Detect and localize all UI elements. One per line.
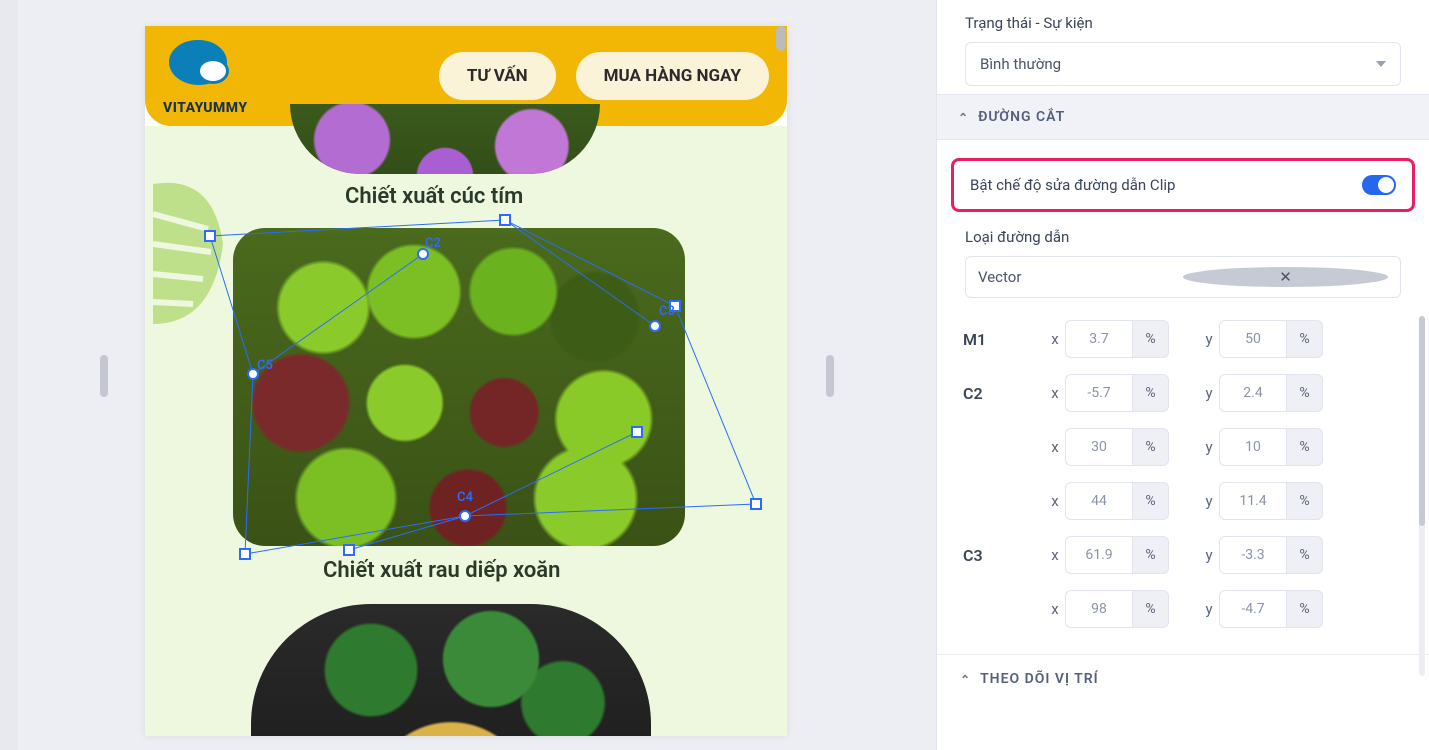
unit-label: %	[1287, 320, 1323, 358]
axis-label: y	[1199, 438, 1219, 456]
clear-icon[interactable]: ✕	[1183, 267, 1388, 287]
unit-label: %	[1287, 428, 1323, 466]
caption-flower: Chiết xuất cúc tím	[345, 184, 523, 209]
section-track-position[interactable]: ⌄ THEO DÕI VỊ TRÍ	[937, 654, 1429, 703]
unit-label: %	[1287, 590, 1323, 628]
path-type-value: Vector	[978, 268, 1183, 286]
anchor-handle[interactable]	[499, 214, 511, 226]
canvas-resize-right[interactable]	[826, 355, 834, 397]
axis-label: y	[1199, 384, 1219, 402]
coord-input[interactable]: 44	[1065, 482, 1133, 520]
anchor-handle[interactable]	[239, 548, 251, 560]
coord-input[interactable]: -5.7	[1065, 374, 1133, 412]
axis-label: x	[1045, 438, 1065, 456]
unit-label: %	[1133, 482, 1169, 520]
coord-row: x30% y10%	[959, 420, 1407, 474]
axis-label: x	[1045, 600, 1065, 618]
unit-label: %	[1133, 428, 1169, 466]
axis-label: x	[1045, 330, 1065, 348]
anchor-handle[interactable]	[750, 498, 762, 510]
logo: VITAYUMMY	[163, 36, 253, 116]
page-body: Chiết xuất cúc tím Chiết xuất rau diếp x…	[145, 126, 787, 736]
ruler-vertical	[0, 0, 18, 750]
coords-scrollbar[interactable]	[1419, 316, 1425, 676]
unit-label: %	[1287, 374, 1323, 412]
path-type-input[interactable]: Vector ✕	[965, 256, 1401, 298]
coord-input[interactable]: 3.7	[1065, 320, 1133, 358]
axis-label: x	[1045, 546, 1065, 564]
axis-label: y	[1199, 600, 1219, 618]
coord-name: M1	[959, 330, 1045, 349]
section-title: ĐƯỜNG CẮT	[978, 109, 1065, 125]
properties-panel: Trạng thái - Sự kiện Bình thường ⌄ ĐƯỜNG…	[936, 0, 1429, 750]
leaf-decoration-icon	[153, 174, 243, 334]
axis-label: y	[1199, 330, 1219, 348]
clip-edit-toggle-label: Bật chế độ sửa đường dẫn Clip	[970, 176, 1175, 194]
chevron-down-icon	[1376, 61, 1386, 67]
unit-label: %	[1133, 320, 1169, 358]
axis-label: y	[1199, 492, 1219, 510]
coord-row: C2x-5.7% y2.4%	[959, 366, 1407, 420]
coord-input[interactable]: 61.9	[1065, 536, 1133, 574]
chevron-up-icon: ⌄	[959, 672, 970, 686]
path-type-label: Loại đường dẫn	[965, 228, 1401, 246]
canvas-resize-left[interactable]	[100, 355, 108, 397]
section-cut-path[interactable]: ⌄ ĐƯỜNG CẮT	[937, 94, 1429, 140]
unit-label: %	[1287, 536, 1323, 574]
coord-input[interactable]: 2.4	[1219, 374, 1287, 412]
coord-input[interactable]: -4.7	[1219, 590, 1287, 628]
consult-button[interactable]: TƯ VẤN	[439, 52, 556, 100]
state-event-value: Bình thường	[980, 55, 1061, 73]
coord-input[interactable]: 30	[1065, 428, 1133, 466]
coordinates-list: M1x3.7%y50%C2x-5.7%y2.4%x30%y10%x44%y11.…	[937, 312, 1429, 654]
state-event-label: Trạng thái - Sự kiện	[965, 14, 1401, 32]
coord-input[interactable]: -3.3	[1219, 536, 1287, 574]
section-title: THEO DÕI VỊ TRÍ	[980, 671, 1099, 687]
lettuce-image[interactable]	[233, 228, 685, 546]
design-canvas[interactable]: VITAYUMMY TƯ VẤN MUA HÀNG NGAY Chiết xuấ…	[145, 26, 787, 736]
coord-row: x44% y11.4%	[959, 474, 1407, 528]
axis-label: x	[1045, 492, 1065, 510]
coord-input[interactable]: 50	[1219, 320, 1287, 358]
unit-label: %	[1287, 482, 1323, 520]
unit-label: %	[1133, 536, 1169, 574]
caption-lettuce: Chiết xuất rau diếp xoăn	[323, 558, 560, 583]
coord-input[interactable]: 10	[1219, 428, 1287, 466]
coord-name: C3	[959, 546, 1045, 565]
canvas-area: VITAYUMMY TƯ VẤN MUA HÀNG NGAY Chiết xuấ…	[0, 0, 936, 750]
coord-input[interactable]: 98	[1065, 590, 1133, 628]
clip-edit-toggle-box: Bật chế độ sửa đường dẫn Clip	[951, 158, 1415, 212]
seeds-image[interactable]	[251, 604, 651, 736]
unit-label: %	[1133, 374, 1169, 412]
coord-row: M1x3.7% y50%	[959, 312, 1407, 366]
coord-row: x98% y-4.7%	[959, 582, 1407, 636]
coord-row: C3x61.9% y-3.3%	[959, 528, 1407, 582]
flower-image[interactable]	[290, 104, 600, 174]
buy-now-button[interactable]: MUA HÀNG NGAY	[576, 52, 769, 100]
axis-label: y	[1199, 546, 1219, 564]
state-event-select[interactable]: Bình thường	[965, 42, 1401, 86]
axis-label: x	[1045, 384, 1065, 402]
chevron-up-icon: ⌄	[957, 110, 968, 124]
coord-name: C2	[959, 384, 1045, 403]
clip-edit-toggle[interactable]	[1362, 175, 1396, 195]
unit-label: %	[1133, 590, 1169, 628]
coord-input[interactable]: 11.4	[1219, 482, 1287, 520]
